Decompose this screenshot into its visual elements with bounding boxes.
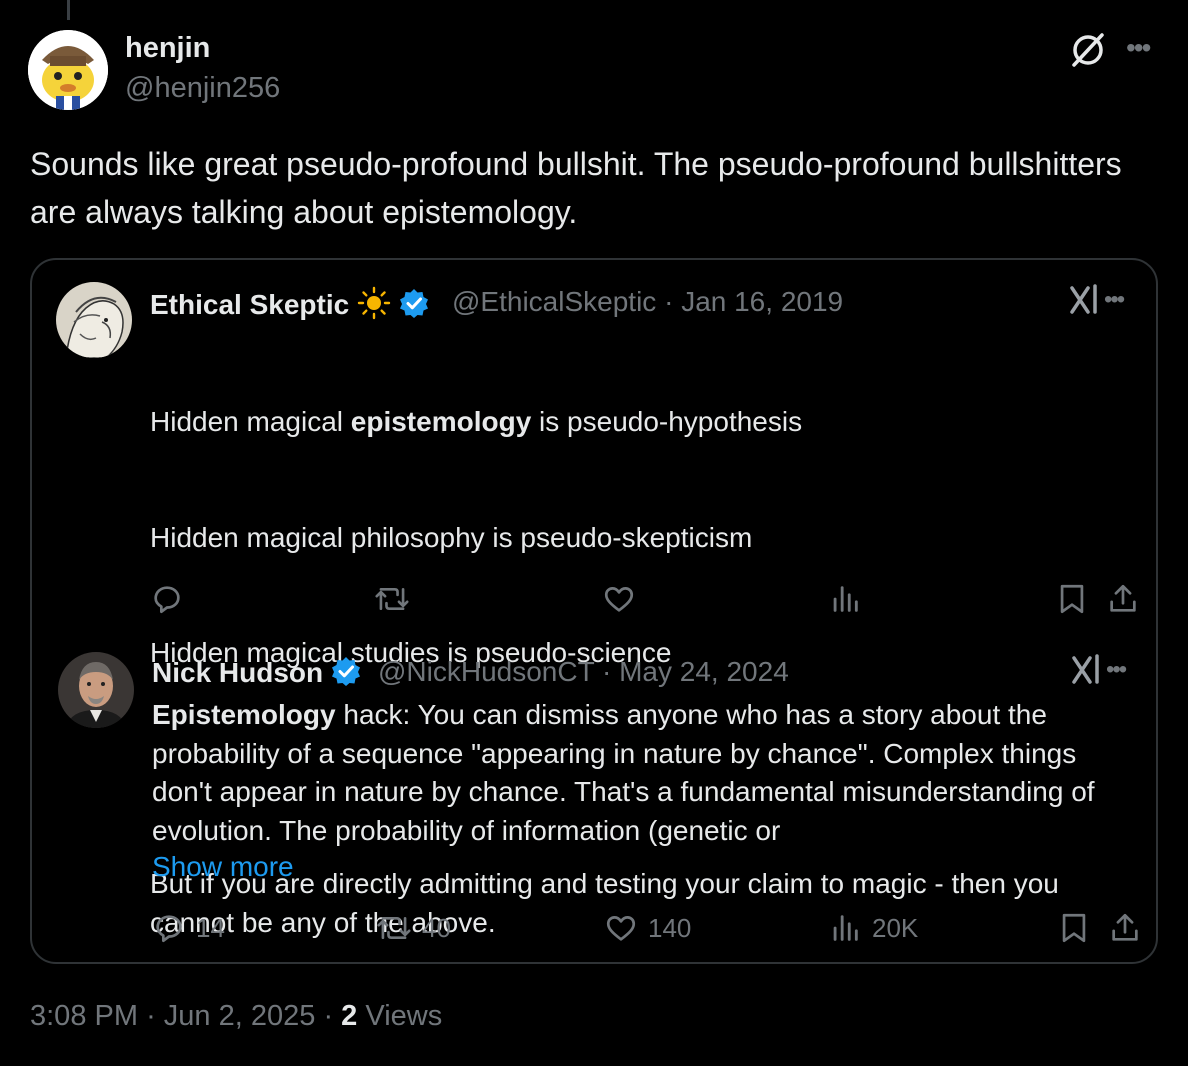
quote1-bookmark-button[interactable] <box>1056 582 1088 616</box>
quote2-bookmark-button[interactable] <box>1058 911 1090 945</box>
quote1-avatar[interactable] <box>56 282 132 358</box>
quote1-line1-post: is pseudo-hypothesis <box>531 406 803 437</box>
meta-separator: · <box>146 1000 156 1032</box>
quote2-text-bold: Epistemology <box>152 699 336 730</box>
quote2-views-button[interactable]: 20K <box>828 911 918 945</box>
share-icon <box>1112 913 1138 941</box>
quote1-line1-pre: Hidden magical <box>150 406 351 437</box>
quote2-reply-button[interactable]: 14 <box>152 911 225 945</box>
reply-count: 14 <box>196 912 225 943</box>
quote2-text: Epistemology hack: You can dismiss anyon… <box>152 696 1142 850</box>
quote2-share-button[interactable] <box>1108 911 1142 945</box>
more-dots-icon[interactable]: ••• <box>1126 32 1151 64</box>
author-name[interactable]: henjin <box>125 32 210 65</box>
grok-icon[interactable] <box>1070 652 1106 688</box>
reply-icon <box>154 586 180 614</box>
quote1-meta: @EthicalSkeptic · Jan 16, 2019 <box>452 286 843 318</box>
show-more-link[interactable]: Show more <box>152 851 294 883</box>
quote2-meta: @NickHudsonCT · May 24, 2024 <box>378 656 789 688</box>
quote2-repost-button[interactable]: 40 <box>376 911 451 945</box>
bookmark-icon <box>1062 913 1086 943</box>
quote2-author-name[interactable]: Nick Hudson <box>152 656 361 693</box>
post-text: Sounds like great pseudo-profound bullsh… <box>30 146 1122 230</box>
thread-connector-line <box>67 0 70 20</box>
quote1-reply-button[interactable] <box>150 582 184 616</box>
views-count: 20K <box>872 912 919 943</box>
quote1-line1-bold: epistemology <box>350 406 532 437</box>
post-time[interactable]: 3:08 PM <box>30 1000 138 1032</box>
analytics-icon <box>833 586 858 612</box>
grok-icon[interactable] <box>1068 30 1108 70</box>
quote2-date[interactable]: May 24, 2024 <box>619 656 789 687</box>
grok-icon[interactable] <box>1068 282 1104 318</box>
quote2-name-text: Nick Hudson <box>152 656 324 688</box>
reply-icon <box>156 915 182 943</box>
share-icon <box>1110 584 1136 612</box>
bookmark-icon <box>1060 584 1084 614</box>
verified-badge-icon[interactable] <box>331 656 361 693</box>
sun-emoji-icon <box>357 286 391 327</box>
quote2-handle[interactable]: @NickHudsonCT <box>378 656 594 687</box>
quote1-repost-button[interactable] <box>374 582 410 616</box>
quote1-author-name[interactable]: Ethical Skeptic <box>150 286 429 327</box>
quote1-handle[interactable]: @EthicalSkeptic <box>452 286 656 317</box>
views-label: Views <box>365 1000 443 1032</box>
quote2-avatar[interactable] <box>58 652 134 728</box>
heart-icon <box>604 587 634 612</box>
quote1-date[interactable]: Jan 16, 2019 <box>681 286 843 317</box>
more-dots-icon[interactable]: ••• <box>1106 656 1127 684</box>
analytics-icon <box>833 915 858 941</box>
repost-count: 40 <box>422 912 451 943</box>
author-handle[interactable]: @henjin256 <box>125 72 280 105</box>
more-dots-icon[interactable]: ••• <box>1104 286 1125 314</box>
quote1-share-button[interactable] <box>1106 582 1140 616</box>
repost-icon <box>377 916 411 940</box>
quote-card[interactable]: Ethical Skeptic @EthicalSkeptic · Jan 16… <box>30 258 1158 964</box>
meta-separator: · <box>664 286 674 317</box>
quote1-views-button[interactable] <box>828 582 862 616</box>
repost-icon <box>375 587 409 611</box>
quote1-name-text: Ethical Skeptic <box>150 288 350 320</box>
quote1-line1: Hidden magical epistemology is pseudo-hy… <box>150 403 1140 442</box>
meta-separator: · <box>323 1000 334 1032</box>
quote1-line2: Hidden magical philosophy is pseudo-skep… <box>150 521 753 553</box>
verified-badge-icon[interactable] <box>399 288 429 325</box>
heart-icon <box>606 916 636 941</box>
views-number: 2 <box>341 1000 358 1032</box>
quote1-like-button[interactable] <box>602 582 636 616</box>
author-avatar[interactable] <box>28 30 108 110</box>
quote2-like-button[interactable]: 140 <box>604 911 691 945</box>
post-date[interactable]: Jun 2, 2025 <box>164 1000 316 1032</box>
meta-separator: · <box>601 656 612 687</box>
post-footer: 3:08 PM · Jun 2, 2025 · 2 Views <box>30 1000 442 1033</box>
like-count: 140 <box>648 912 692 943</box>
